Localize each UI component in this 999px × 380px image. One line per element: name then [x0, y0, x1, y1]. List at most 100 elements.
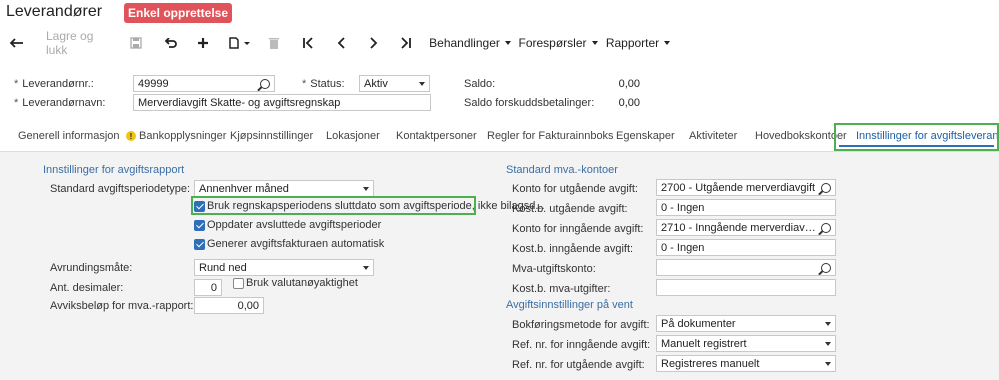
chevron-down-icon: [363, 265, 369, 270]
currency-precision-checkbox[interactable]: [233, 278, 244, 289]
input-vat-subaccount-field[interactable]: 0 - Ingen: [656, 239, 836, 256]
chevron-down-icon: [825, 341, 831, 346]
posting-method-select[interactable]: På dokumenter: [656, 315, 836, 332]
next-record-icon[interactable]: [366, 30, 382, 56]
warning-icon: !: [126, 131, 136, 141]
output-vat-account-label: Konto for utgående avgift:: [512, 183, 638, 195]
first-record-icon[interactable]: [300, 30, 316, 56]
rounding-select[interactable]: Rund ned: [194, 259, 374, 276]
tab-bank-info[interactable]: ! Bankopplysninger: [126, 122, 226, 150]
foresporsler-menu[interactable]: Forespørsler: [519, 30, 595, 56]
tab-attributes[interactable]: Egenskaper: [616, 122, 675, 150]
currency-precision-label: Bruk valutanøyaktighet: [246, 277, 358, 289]
output-vat-subaccount-label: Kost.b. utgående avgift:: [512, 203, 628, 215]
rounding-value: Rund ned: [199, 261, 247, 274]
chevron-down-icon: [419, 81, 425, 86]
vendor-name-label: Leverandørnavn:: [14, 97, 105, 109]
output-vat-account-field[interactable]: 2700 - Utgående merverdiavgift: [656, 179, 836, 196]
posting-method-label: Bokføringsmetode for avgift:: [512, 319, 650, 331]
save-icon[interactable]: [128, 30, 144, 56]
previous-record-icon[interactable]: [333, 30, 349, 56]
standard-vat-accounts-title: Standard mva.-kontoer: [506, 164, 618, 176]
tab-gl-accounts[interactable]: Hovedbokskontoer: [755, 122, 847, 150]
status-select[interactable]: Aktiv: [359, 75, 430, 92]
input-tax-ref-select[interactable]: Manuelt registrert: [656, 335, 836, 352]
search-icon[interactable]: [260, 78, 270, 89]
tab-purchase-settings[interactable]: Kjøpsinnstillinger: [230, 122, 313, 150]
rounding-label: Avrundingsmåte:: [50, 262, 133, 274]
tax-report-section-title: Innstillinger for avgiftsrapport: [43, 164, 185, 176]
chevron-down-icon: [825, 321, 831, 326]
tab-locations[interactable]: Lokasjoner: [326, 122, 380, 150]
back-arrow-icon[interactable]: [8, 30, 26, 56]
vendor-header-form: Leverandørnr.: 49999 Status: Aktiv Saldo…: [0, 66, 999, 116]
input-vat-account-label: Konto for inngående avgift:: [512, 223, 644, 235]
decimals-value: 0: [210, 281, 217, 294]
vat-expense-subaccount-field[interactable]: [656, 279, 836, 296]
input-tax-ref-value: Manuelt registrert: [661, 337, 747, 350]
tab-activities[interactable]: Aktiviteter: [689, 122, 737, 150]
period-type-value: Annenhver måned: [199, 182, 289, 195]
deviation-amount-field[interactable]: 0,00: [194, 297, 264, 314]
output-tax-ref-select[interactable]: Registreres manuelt: [656, 355, 836, 372]
prepayment-balance-value: 0,00: [618, 97, 640, 109]
deviation-amount-value: 0,00: [237, 299, 259, 312]
input-vat-account-value: 2710 - Inngående merverdiavgift: [661, 221, 819, 234]
update-closed-periods-label: Oppdater avsluttede avgiftsperioder: [207, 219, 382, 231]
output-tax-ref-value: Registreres manuelt: [661, 357, 760, 370]
chevron-down-icon: [825, 361, 831, 366]
pending-tax-settings-title: Avgiftsinnstillinger på vent: [506, 299, 633, 311]
search-icon[interactable]: [821, 182, 831, 193]
vendor-name-value: Merverdiavgift Skatte- og avgiftsregnska…: [138, 96, 341, 109]
delete-icon[interactable]: [267, 30, 281, 56]
deviation-amount-label: Avviksbeløp for mva.-rapport:: [50, 300, 194, 312]
status-label: Status:: [302, 78, 344, 90]
balance-value: 0,00: [618, 78, 640, 90]
update-closed-periods-checkbox[interactable]: [194, 220, 205, 231]
copy-paste-icon[interactable]: [226, 30, 252, 56]
toolbar: Lagre og lukk Behandlinger Forespørsler …: [0, 29, 999, 57]
checkbox-highlight-box: [191, 196, 476, 215]
balance-label: Saldo:: [464, 78, 496, 90]
behandlinger-menu[interactable]: Behandlinger: [429, 30, 508, 56]
output-vat-subaccount-value: 0 - Ingen: [661, 201, 705, 214]
tab-bank-info-label: Bankopplysninger: [139, 130, 227, 142]
posting-method-value: På dokumenter: [661, 317, 736, 330]
search-icon[interactable]: [821, 262, 831, 273]
input-tax-ref-label: Ref. nr. for inngående avgift:: [512, 339, 651, 351]
undo-icon[interactable]: [162, 30, 178, 56]
input-vat-subaccount-value: 0 - Ingen: [661, 241, 705, 254]
tab-invoice-inbox-rules[interactable]: Regler for Fakturainnboks: [487, 122, 614, 150]
period-type-label: Standard avgiftsperiodetype:: [50, 183, 191, 195]
vendor-name-field[interactable]: Merverdiavgift Skatte- og avgiftsregnska…: [133, 94, 431, 111]
rapporter-menu[interactable]: Rapporter: [606, 30, 669, 56]
vendor-number-label: Leverandørnr.:: [14, 78, 94, 90]
input-vat-subaccount-label: Kost.b. inngående avgift:: [512, 243, 634, 255]
vat-expense-account-label: Mva-utgiftskonto:: [512, 263, 596, 275]
decimals-label: Ant. desimaler:: [50, 282, 124, 294]
status-value: Aktiv: [364, 77, 388, 90]
input-vat-account-field[interactable]: 2710 - Inngående merverdiavgift: [656, 219, 836, 236]
vendor-number-value: 49999: [138, 77, 169, 90]
save-close-button[interactable]: Lagre og lukk: [46, 29, 112, 57]
decimals-field[interactable]: 0: [194, 279, 222, 296]
tab-highlight-box: [834, 123, 999, 151]
output-vat-subaccount-field[interactable]: 0 - Ingen: [656, 199, 836, 216]
period-type-select[interactable]: Annenhver måned: [194, 180, 374, 197]
search-icon[interactable]: [821, 222, 831, 233]
chevron-down-icon: [363, 186, 369, 191]
page-title: Leverandører: [6, 3, 103, 20]
auto-generate-invoice-checkbox[interactable]: [194, 239, 205, 250]
output-vat-account-value: 2700 - Utgående merverdiavgift: [661, 181, 816, 194]
vat-expense-subaccount-label: Kost.b. mva-utgifter:: [512, 283, 611, 295]
simple-create-button[interactable]: Enkel opprettelse: [124, 3, 232, 23]
last-record-icon[interactable]: [398, 30, 414, 56]
output-tax-ref-label: Ref. nr. for utgående avgift:: [512, 359, 645, 371]
tab-contacts[interactable]: Kontaktpersoner: [396, 122, 477, 150]
tab-general-info[interactable]: Generell informasjon: [18, 122, 120, 150]
prepayment-balance-label: Saldo forskuddsbetalinger:: [464, 97, 595, 109]
vat-expense-account-field[interactable]: [656, 259, 836, 276]
add-icon[interactable]: [195, 30, 211, 56]
auto-generate-invoice-label: Generer avgiftsfakturaen automatisk: [207, 238, 385, 250]
vendor-number-field[interactable]: 49999: [133, 75, 275, 92]
